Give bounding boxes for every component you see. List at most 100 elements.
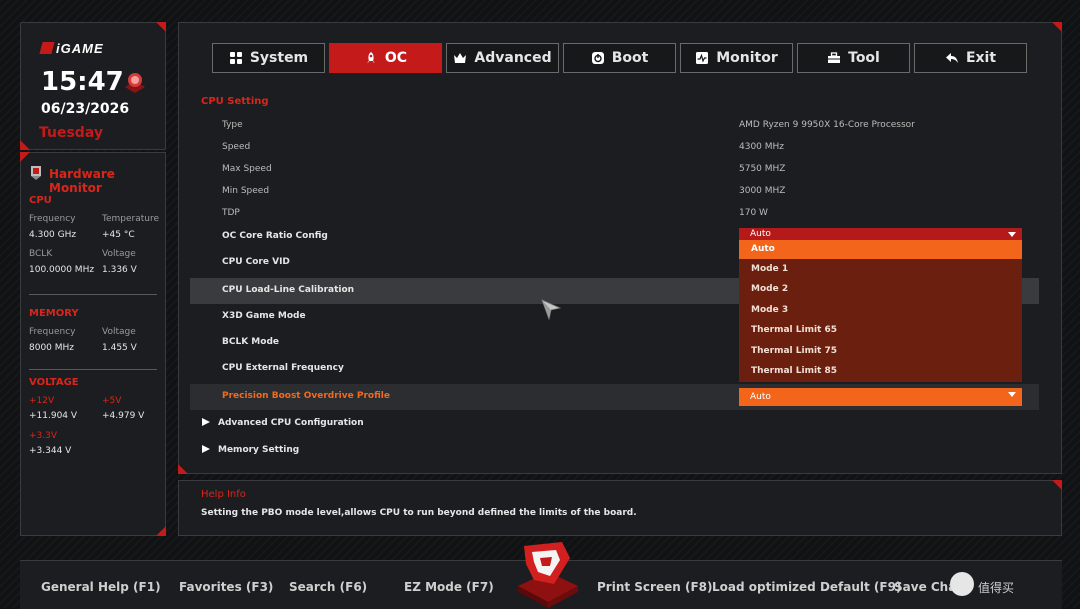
search-button[interactable]: Search (F6) xyxy=(289,580,367,594)
arrow-right-icon xyxy=(202,418,210,426)
chevron-down-icon xyxy=(1008,232,1016,237)
panel-corner-accent xyxy=(156,22,166,32)
select-value: Auto xyxy=(750,229,771,239)
load-optimized-default-button[interactable]: Load optimized Default (F9) xyxy=(712,580,901,594)
cpu-voltage-value: 1.336 V xyxy=(102,265,137,275)
cpu-bclk-value: 100.0000 MHz xyxy=(29,265,95,275)
submenu-memory-setting[interactable]: Memory Setting xyxy=(202,445,299,455)
v5-value: +4.979 V xyxy=(102,411,145,421)
select-value: Auto xyxy=(750,392,771,402)
tab-label: Boot xyxy=(611,50,649,66)
dropdown-option[interactable]: Thermal Limit 85 xyxy=(751,366,837,376)
arrow-right-icon xyxy=(202,445,210,453)
clock-date: 06/23/2026 xyxy=(41,101,130,117)
v33-value: +3.344 V xyxy=(29,446,72,456)
panel-corner-accent xyxy=(156,526,166,536)
info-value-max-speed: 5750 MHZ xyxy=(739,164,786,174)
pbo-profile-select[interactable]: Auto xyxy=(739,388,1022,406)
tab-advanced[interactable]: Advanced xyxy=(446,43,559,73)
dropdown-option[interactable]: Thermal Limit 75 xyxy=(751,346,837,356)
dropdown-option[interactable]: Mode 1 xyxy=(751,264,788,274)
v33-label: +3.3V xyxy=(29,431,58,441)
info-label-min-speed: Min Speed xyxy=(222,186,270,196)
submenu-advanced-cpu-configuration[interactable]: Advanced CPU Configuration xyxy=(202,418,364,428)
back-arrow-icon xyxy=(945,53,958,63)
submenu-label: Memory Setting xyxy=(218,445,300,455)
chevron-down-icon xyxy=(1008,392,1016,397)
general-help-button[interactable]: General Help (F1) xyxy=(41,580,161,594)
memory-heading: MEMORY xyxy=(29,308,79,319)
memory-frequency-value: 8000 MHz xyxy=(29,343,75,353)
cpu-frequency-label: Frequency xyxy=(29,214,76,224)
option-precision-boost-overdrive-profile[interactable]: Precision Boost Overdrive Profile xyxy=(222,391,390,401)
memory-voltage-value: 1.455 V xyxy=(102,343,137,353)
info-value-speed: 4300 MHz xyxy=(739,142,785,152)
v12-label: +12V xyxy=(29,396,55,406)
v5-label: +5V xyxy=(102,396,122,406)
tab-label: Advanced xyxy=(474,50,552,66)
divider xyxy=(29,294,157,295)
tab-oc[interactable]: OC xyxy=(329,43,442,73)
tab-boot[interactable]: Boot xyxy=(563,43,676,73)
option-oc-core-ratio-config[interactable]: OC Core Ratio Config xyxy=(222,231,328,241)
dropdown-list: Auto Mode 1 Mode 2 Mode 3 Thermal Limit … xyxy=(739,240,1022,382)
mouse-cursor-icon xyxy=(541,299,562,320)
help-text: Setting the PBO mode level,allows CPU to… xyxy=(201,508,637,518)
tab-tool[interactable]: Tool xyxy=(797,43,910,73)
info-value-min-speed: 3000 MHZ xyxy=(739,186,786,196)
info-label-max-speed: Max Speed xyxy=(222,164,272,174)
info-value-tdp: 170 W xyxy=(739,208,768,218)
cpu-bclk-label: BCLK xyxy=(29,249,53,259)
option-x3d-game-mode[interactable]: X3D Game Mode xyxy=(222,311,306,321)
rocket-icon xyxy=(366,52,375,63)
clock-time: 15:47 xyxy=(41,67,124,97)
v12-value: +11.904 V xyxy=(29,411,78,421)
tab-label: OC xyxy=(384,50,408,66)
tab-exit[interactable]: Exit xyxy=(914,43,1027,73)
option-bclk-mode[interactable]: BCLK Mode xyxy=(222,337,279,347)
panel-corner-accent xyxy=(20,140,30,150)
print-screen-button[interactable]: Print Screen (F8) xyxy=(597,580,712,594)
watermark-logo-icon xyxy=(950,572,974,596)
option-cpu-load-line-calibration[interactable]: CPU Load-Line Calibration xyxy=(222,285,354,295)
watermark-text: 值得买 xyxy=(978,581,1015,595)
tab-monitor[interactable]: Monitor xyxy=(680,43,793,73)
cpu-temperature-label: Temperature xyxy=(102,214,160,224)
info-label-tdp: TDP xyxy=(222,208,240,218)
dropdown-option[interactable]: Mode 3 xyxy=(751,305,788,315)
clock-day: Tuesday xyxy=(39,125,103,141)
dropdown-option[interactable]: Auto xyxy=(739,240,1022,259)
option-cpu-core-vid[interactable]: CPU Core VID xyxy=(222,257,290,267)
tab-label: Monitor xyxy=(716,50,778,66)
favorites-button[interactable]: Favorites (F3) xyxy=(179,580,273,594)
section-title: CPU Setting xyxy=(201,96,269,107)
panel-corner-accent xyxy=(1052,22,1062,32)
tab-label: System xyxy=(249,50,309,66)
alarm-icon xyxy=(125,73,145,93)
chip-icon xyxy=(31,166,41,180)
cpu-heading: CPU xyxy=(29,195,52,206)
igame-3d-logo-icon xyxy=(518,542,578,608)
divider xyxy=(29,369,157,370)
crown-icon xyxy=(454,53,467,63)
tab-bar: System OC Advanced Boot Monitor Tool Exi… xyxy=(212,43,1027,73)
hardware-monitor-panel: Hardware Monitor CPU Frequency Temperatu… xyxy=(20,152,166,536)
tab-system[interactable]: System xyxy=(212,43,325,73)
oc-core-ratio-select[interactable]: Auto xyxy=(739,228,1022,240)
panel-corner-accent xyxy=(20,152,30,162)
panel-corner-accent xyxy=(1052,480,1062,490)
power-icon xyxy=(591,52,604,64)
dropdown-option[interactable]: Mode 2 xyxy=(751,284,788,294)
dropdown-option[interactable]: Thermal Limit 65 xyxy=(751,325,837,335)
submenu-label: Advanced CPU Configuration xyxy=(218,418,364,428)
option-cpu-external-frequency[interactable]: CPU External Frequency xyxy=(222,363,344,373)
toolbox-icon xyxy=(828,52,841,63)
info-value-type: AMD Ryzen 9 9950X 16-Core Processor xyxy=(739,120,915,130)
clock-panel: iGAME 15:47 06/23/2026 Tuesday xyxy=(20,22,166,150)
tab-label: Exit xyxy=(965,50,997,66)
info-label-speed: Speed xyxy=(222,142,251,152)
cpu-frequency-value: 4.300 GHz xyxy=(29,230,77,240)
panel-corner-accent xyxy=(178,464,188,474)
ez-mode-button[interactable]: EZ Mode (F7) xyxy=(404,580,494,594)
brand-logo: iGAME xyxy=(39,41,104,56)
